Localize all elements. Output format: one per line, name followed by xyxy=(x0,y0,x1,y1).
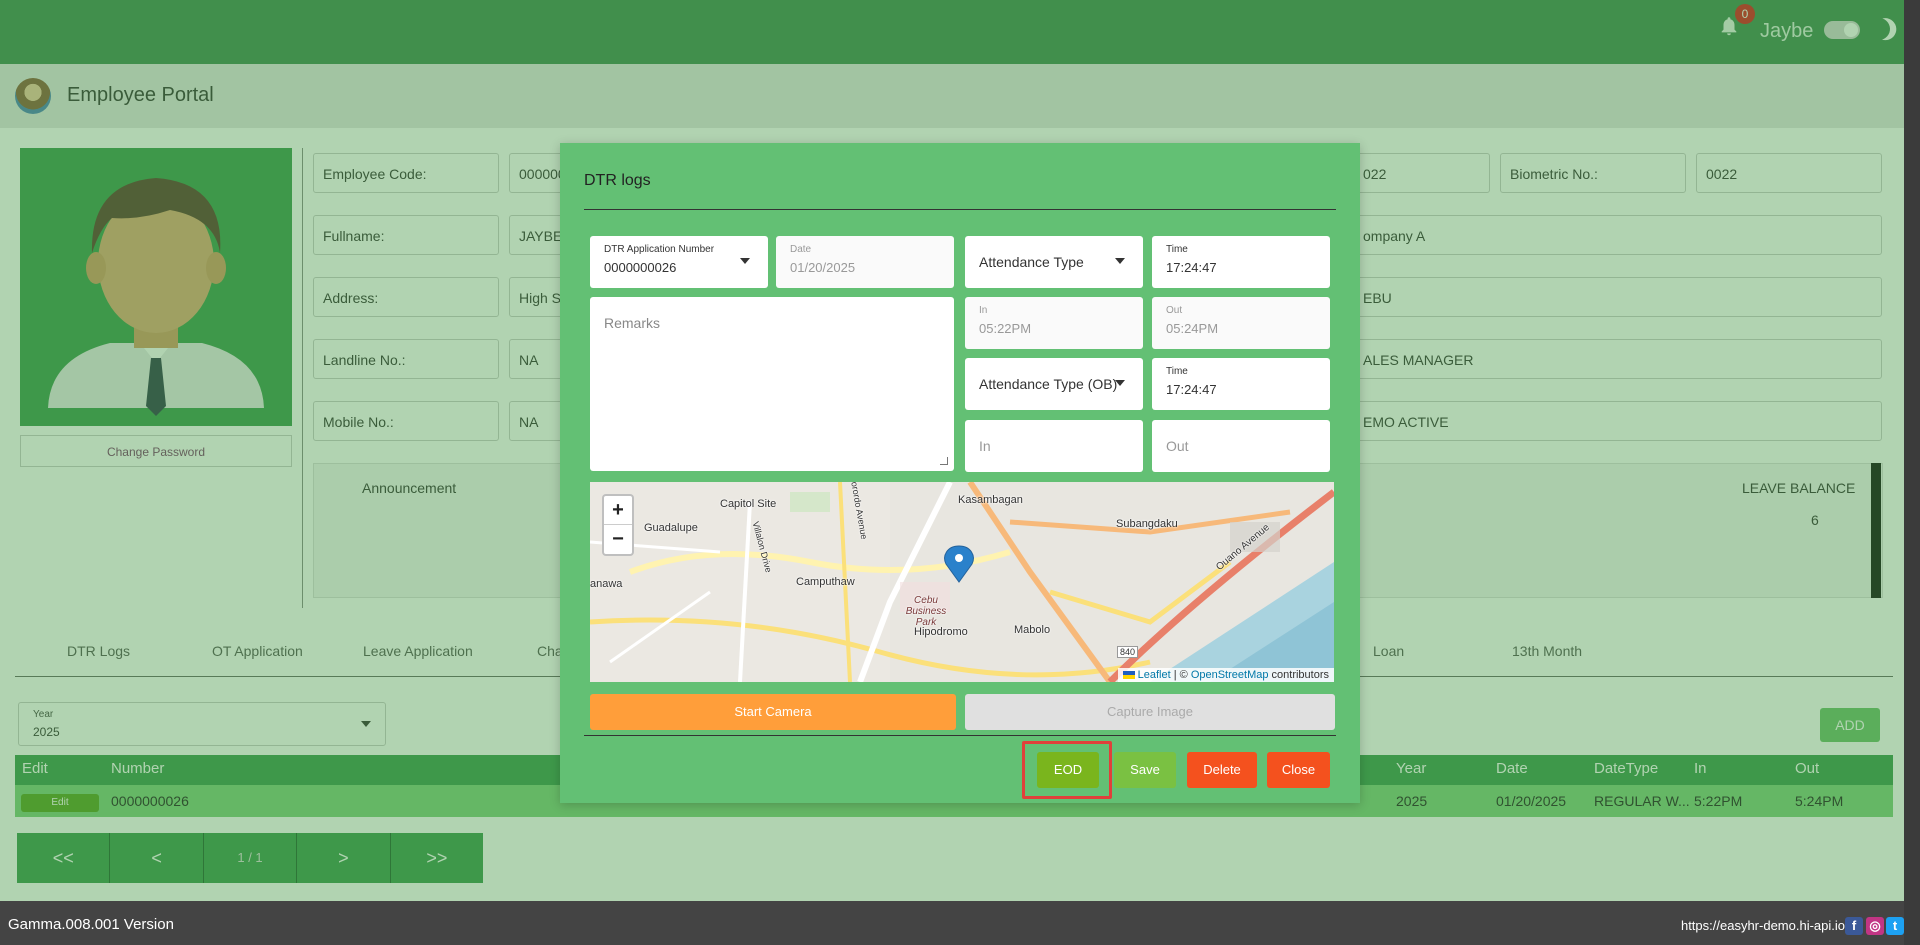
time-label: Time xyxy=(1166,244,1188,255)
attendance-type-ob-select[interactable]: Attendance Type (OB) xyxy=(965,358,1143,410)
delete-button[interactable]: Delete xyxy=(1187,752,1257,788)
attendance-type-ob-label: Attendance Type (OB) xyxy=(979,376,1118,392)
map-label: Subangdaku xyxy=(1116,518,1178,530)
attendance-type-select[interactable]: Attendance Type xyxy=(965,236,1143,288)
time-ob-field[interactable]: Time 17:24:47 xyxy=(1152,358,1330,410)
out-field[interactable]: Out 05:24PM xyxy=(1152,297,1330,349)
in-field[interactable]: In 05:22PM xyxy=(965,297,1143,349)
dtr-application-number-value: 0000000026 xyxy=(604,260,677,275)
in-label: In xyxy=(979,305,988,316)
map-label: Mabolo xyxy=(1014,624,1051,636)
date-field[interactable]: Date 01/20/2025 xyxy=(776,236,954,288)
in-ob-placeholder: In xyxy=(979,438,991,454)
remarks-textarea[interactable]: Remarks xyxy=(590,297,954,471)
chevron-down-icon xyxy=(1115,380,1125,386)
version-label: Gamma.008.001 Version xyxy=(8,916,174,933)
osm-link[interactable]: OpenStreetMap xyxy=(1191,669,1269,681)
date-label: Date xyxy=(790,244,812,255)
resize-handle-icon[interactable] xyxy=(940,457,948,465)
zoom-out-button[interactable]: − xyxy=(604,525,632,554)
chevron-down-icon xyxy=(740,258,750,264)
facebook-icon[interactable]: f xyxy=(1845,917,1863,935)
page-scrollbar[interactable] xyxy=(1904,0,1920,945)
out-value: 05:24PM xyxy=(1166,321,1219,336)
zoom-control: + − xyxy=(602,494,634,556)
date-value: 01/20/2025 xyxy=(790,260,856,275)
close-button[interactable]: Close xyxy=(1267,752,1330,788)
modal-header-divider xyxy=(584,209,1336,210)
save-button[interactable]: Save xyxy=(1114,752,1176,788)
in-ob-field[interactable]: In xyxy=(965,420,1143,472)
time-value: 17:24:47 xyxy=(1166,260,1217,275)
dtr-logs-modal: DTR logs DTR Application Number 00000000… xyxy=(560,143,1360,803)
dtr-application-number-label: DTR Application Number xyxy=(604,244,715,255)
instagram-icon[interactable]: ◎ xyxy=(1866,917,1884,935)
remarks-placeholder: Remarks xyxy=(604,315,661,331)
location-map[interactable]: Capitol Site Kasambagan Guadalupe Subang… xyxy=(590,482,1334,682)
out-ob-field[interactable]: Out xyxy=(1152,420,1330,472)
zoom-in-button[interactable]: + xyxy=(604,496,632,525)
map-attribution: Leaflet | © OpenStreetMap contributors xyxy=(1117,668,1334,682)
attribution-tail: contributors xyxy=(1268,669,1329,681)
road-shield: 840 xyxy=(1117,646,1139,658)
map-label: anawa xyxy=(590,578,623,590)
out-ob-placeholder: Out xyxy=(1166,438,1189,454)
map-label: Guadalupe xyxy=(644,522,698,534)
attendance-type-label: Attendance Type xyxy=(979,254,1084,270)
time-ob-label: Time xyxy=(1166,366,1188,377)
map-label: Cebu Business Park xyxy=(905,595,947,628)
start-camera-button[interactable]: Start Camera xyxy=(590,694,956,730)
leaflet-link[interactable]: Leaflet xyxy=(1138,669,1171,681)
map-label: Capitol Site xyxy=(720,498,777,510)
footer-url[interactable]: https://easyhr-demo.hi-api.io xyxy=(1681,918,1845,933)
capture-image-button[interactable]: Capture Image xyxy=(965,694,1335,730)
twitter-icon[interactable]: t xyxy=(1886,917,1904,935)
ukraine-flag-icon xyxy=(1122,671,1135,680)
modal-footer-divider xyxy=(584,735,1336,736)
out-label: Out xyxy=(1166,305,1183,316)
map-label: Kasambagan xyxy=(958,494,1023,506)
footer xyxy=(0,901,1920,945)
map-label: Camputhaw xyxy=(796,576,855,588)
modal-title: DTR logs xyxy=(584,172,651,189)
map-tiles xyxy=(590,482,1334,682)
time-ob-value: 17:24:47 xyxy=(1166,382,1217,397)
in-value: 05:22PM xyxy=(979,321,1032,336)
eod-button[interactable]: EOD xyxy=(1037,752,1099,788)
map-label: Hipodromo xyxy=(914,626,968,638)
dtr-application-number-select[interactable]: DTR Application Number 0000000026 xyxy=(590,236,768,288)
attribution-separator: | © xyxy=(1170,669,1191,681)
time-field[interactable]: Time 17:24:47 xyxy=(1152,236,1330,288)
chevron-down-icon xyxy=(1115,258,1125,264)
